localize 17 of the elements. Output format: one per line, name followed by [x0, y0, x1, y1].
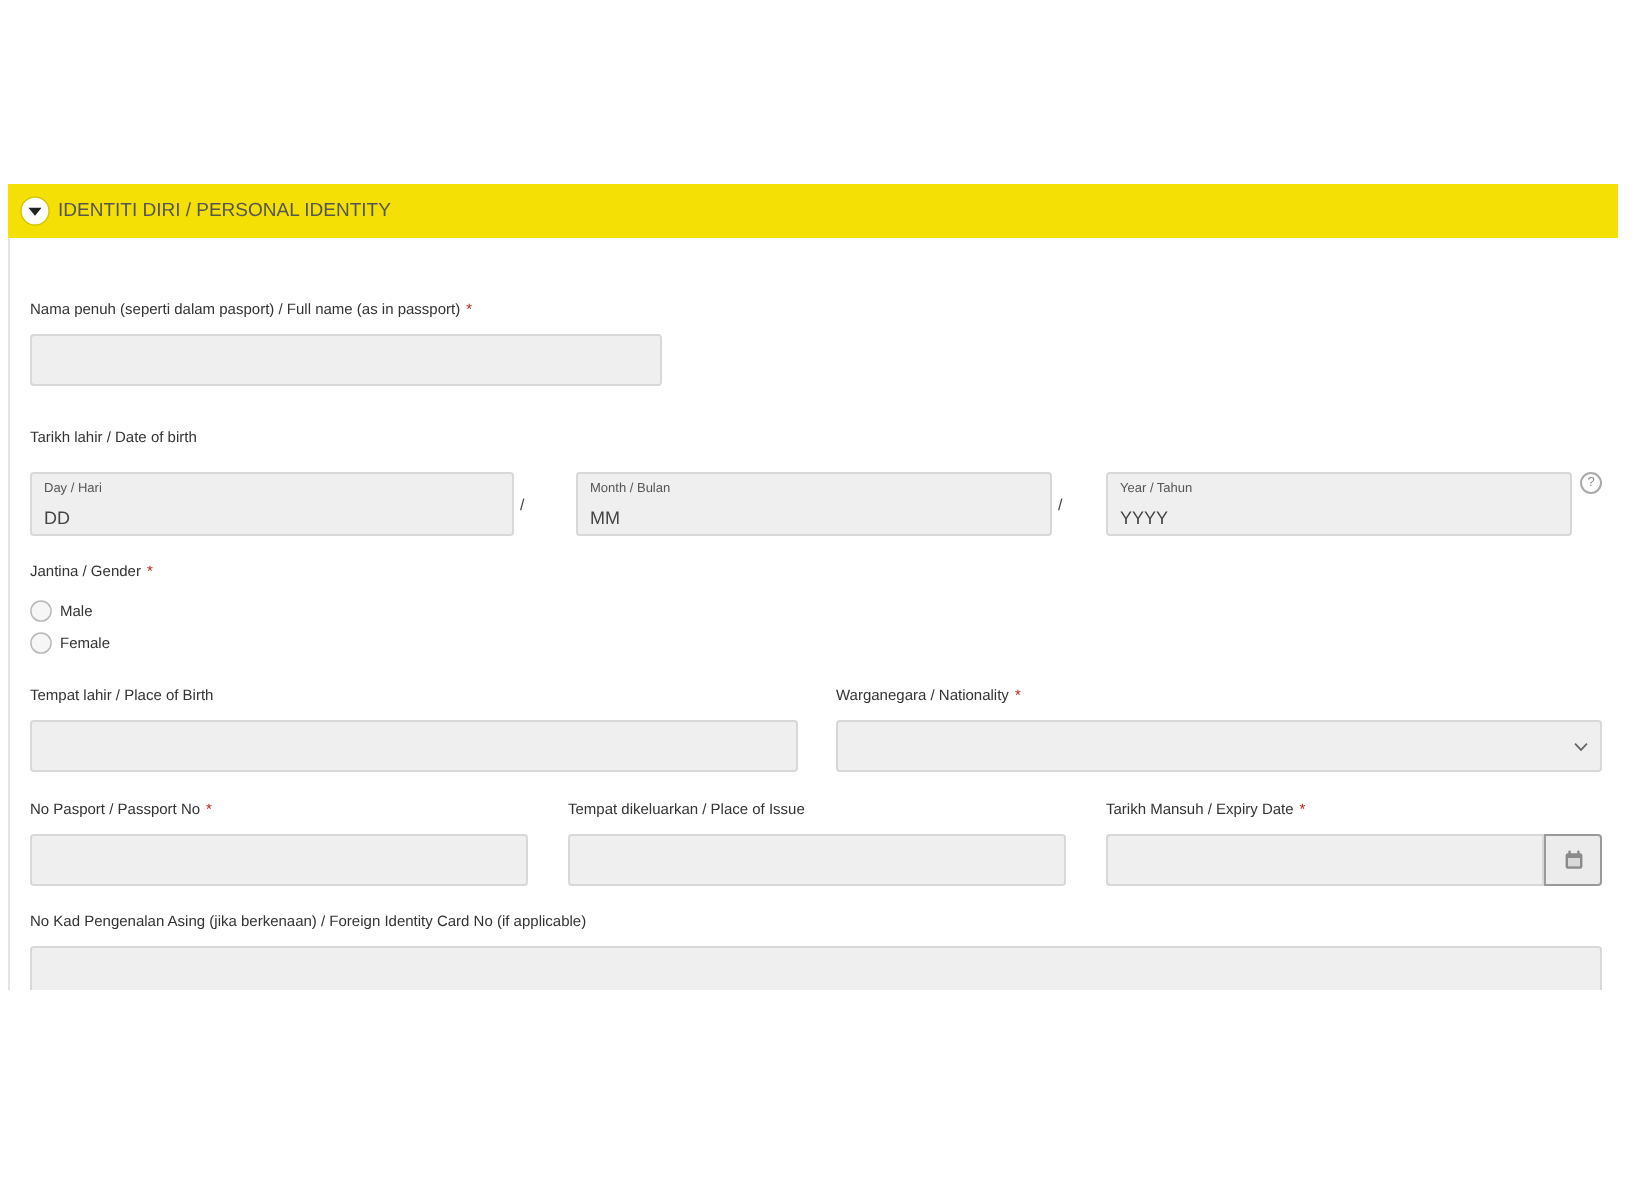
radio-button[interactable]	[30, 631, 52, 653]
date-separator: /	[1058, 495, 1063, 513]
select-field[interactable]	[836, 720, 1602, 772]
calendar-button[interactable]	[1544, 834, 1602, 886]
text-field[interactable]	[30, 720, 798, 772]
radio-button[interactable]	[30, 599, 52, 621]
date-separator: /	[520, 495, 525, 513]
text-field[interactable]	[568, 834, 1066, 886]
text-field[interactable]	[30, 834, 528, 886]
caret-down-icon[interactable]	[20, 196, 50, 226]
section-title: IDENTITI DIRI / PERSONAL IDENTITY	[58, 200, 391, 222]
chevron-down-icon	[1574, 741, 1588, 751]
calendar-icon	[1563, 850, 1583, 870]
text-field[interactable]	[30, 946, 1602, 990]
text-field[interactable]	[30, 334, 662, 386]
section-header[interactable]: IDENTITI DIRI / PERSONAL IDENTITY	[8, 184, 1618, 238]
date-field[interactable]	[1106, 834, 1544, 886]
